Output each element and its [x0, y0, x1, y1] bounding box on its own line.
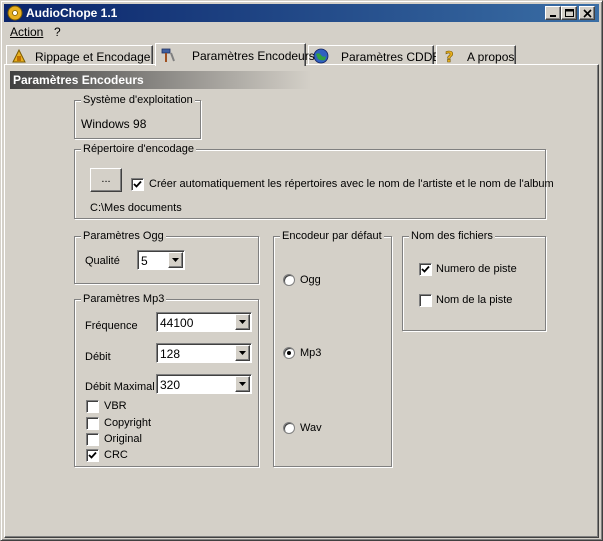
minimize-button[interactable]: [545, 6, 561, 20]
bitrate-value: 128: [160, 347, 181, 361]
mp3-group-label: Paramètres Mp3: [81, 293, 167, 305]
mp3-group: Paramètres Mp3 Fréquence 44100 Débit 128…: [74, 293, 259, 467]
max-bitrate-dropdown-button[interactable]: [235, 376, 250, 392]
auto-create-checkbox[interactable]: [131, 178, 144, 191]
maximize-icon: [565, 9, 574, 17]
track-number-checkbox[interactable]: [419, 263, 432, 276]
close-icon: [583, 9, 592, 18]
menu-action[interactable]: Action: [10, 25, 43, 39]
maximize-button[interactable]: [561, 6, 577, 20]
tab-label: A propos: [467, 50, 515, 64]
default-encoder-group: Encodeur par défaut Ogg Mp3 Wav: [273, 230, 392, 467]
vbr-checkbox[interactable]: [86, 400, 99, 413]
chevron-down-icon: [239, 320, 246, 324]
quality-dropdown-button[interactable]: [168, 252, 183, 268]
encoding-dir-group: Répertoire d'encodage ... Créer automati…: [74, 143, 554, 219]
frequency-label: Fréquence: [85, 320, 138, 332]
tab-label: Paramètres Encodeurs: [192, 49, 315, 63]
filenames-group: Nom des fichiers Numero de piste Nom de …: [402, 230, 546, 331]
radio-dot: [287, 351, 291, 355]
hammer-icon: [161, 48, 175, 62]
quality-label: Qualité: [85, 255, 120, 267]
question-icon: ?: [445, 48, 454, 64]
app-window: AudioChope 1.1 Action ? Rippage et Encod…: [0, 0, 603, 541]
max-bitrate-value: 320: [160, 378, 181, 392]
mp3-radio-label: Mp3: [300, 347, 322, 359]
bitrate-dropdown-button[interactable]: [235, 345, 250, 361]
tab-parametres-cddb[interactable]: Paramètres CDDB: [308, 45, 440, 65]
svg-text:?: ?: [445, 48, 454, 64]
original-label: Original: [104, 433, 142, 445]
wav-radio-label: Wav: [300, 422, 322, 434]
frequency-value: 44100: [160, 316, 194, 330]
browse-label: ...: [101, 173, 111, 185]
os-value: Windows 98: [81, 117, 147, 131]
quality-select[interactable]: 5: [137, 250, 185, 270]
close-button[interactable]: [579, 6, 595, 20]
checkmark-icon: [133, 180, 142, 188]
copyright-label: Copyright: [104, 417, 152, 429]
copyright-checkbox[interactable]: [86, 417, 99, 430]
tab-strip: Rippage et Encodage Paramètres Encodeurs…: [4, 43, 599, 66]
track-name-checkbox[interactable]: [419, 294, 432, 307]
wav-radio[interactable]: [283, 422, 295, 434]
os-group-label: Système d'exploitation: [81, 94, 195, 106]
track-name-label: Nom de la piste: [436, 294, 513, 306]
chevron-down-icon: [172, 258, 179, 262]
menu-bar: Action ?: [4, 23, 599, 41]
bitrate-label: Débit: [85, 351, 111, 363]
filenames-group-label: Nom des fichiers: [409, 230, 495, 242]
window-title: AudioChope 1.1: [26, 6, 118, 20]
checkmark-icon: [88, 451, 97, 459]
tab-panel: Paramètres Encodeurs Système d'exploitat…: [4, 64, 599, 538]
ogg-group: Paramètres Ogg Qualité 5: [74, 230, 259, 284]
tab-label: Paramètres CDDB: [341, 50, 441, 64]
crc-label: CRC: [104, 449, 128, 461]
ogg-radio[interactable]: [283, 274, 295, 286]
globe-icon: [313, 48, 329, 64]
crc-checkbox[interactable]: [86, 449, 99, 462]
bitrate-select[interactable]: 128: [156, 343, 252, 363]
frequency-dropdown-button[interactable]: [235, 314, 250, 330]
title-bar[interactable]: AudioChope 1.1: [4, 4, 599, 22]
encoding-dir-label: Répertoire d'encodage: [81, 143, 196, 155]
minimize-icon: [550, 15, 556, 17]
os-group: Système d'exploitation Windows 98: [74, 94, 201, 139]
vbr-label: VBR: [104, 400, 127, 412]
chevron-down-icon: [239, 382, 246, 386]
section-header: Paramètres Encodeurs: [10, 71, 311, 89]
tab-label: Rippage et Encodage: [35, 50, 151, 64]
original-checkbox[interactable]: [86, 433, 99, 446]
checkmark-icon: [421, 265, 430, 273]
max-bitrate-label: Débit Maximal: [85, 381, 155, 393]
frequency-select[interactable]: 44100: [156, 312, 252, 332]
ogg-radio-label: Ogg: [300, 274, 321, 286]
default-encoder-label: Encodeur par défaut: [280, 230, 384, 242]
chevron-down-icon: [239, 351, 246, 355]
ogg-group-label: Paramètres Ogg: [81, 230, 166, 242]
rip-icon: [12, 48, 26, 63]
max-bitrate-select[interactable]: 320: [156, 374, 252, 394]
quality-value: 5: [141, 254, 148, 268]
encoding-path: C:\Mes documents: [90, 202, 182, 214]
menu-help[interactable]: ?: [54, 25, 61, 39]
track-number-label: Numero de piste: [436, 263, 517, 275]
tab-rippage[interactable]: Rippage et Encodage: [6, 45, 153, 65]
auto-create-label: Créer automatiquement les répertoires av…: [149, 178, 554, 190]
tab-a-propos[interactable]: ? A propos: [436, 45, 516, 65]
mp3-radio[interactable]: [283, 347, 295, 359]
section-title: Paramètres Encodeurs: [13, 73, 144, 87]
browse-button[interactable]: ...: [90, 168, 122, 192]
app-icon: [7, 5, 23, 21]
tab-parametres-encodeurs[interactable]: Paramètres Encodeurs: [155, 43, 315, 66]
